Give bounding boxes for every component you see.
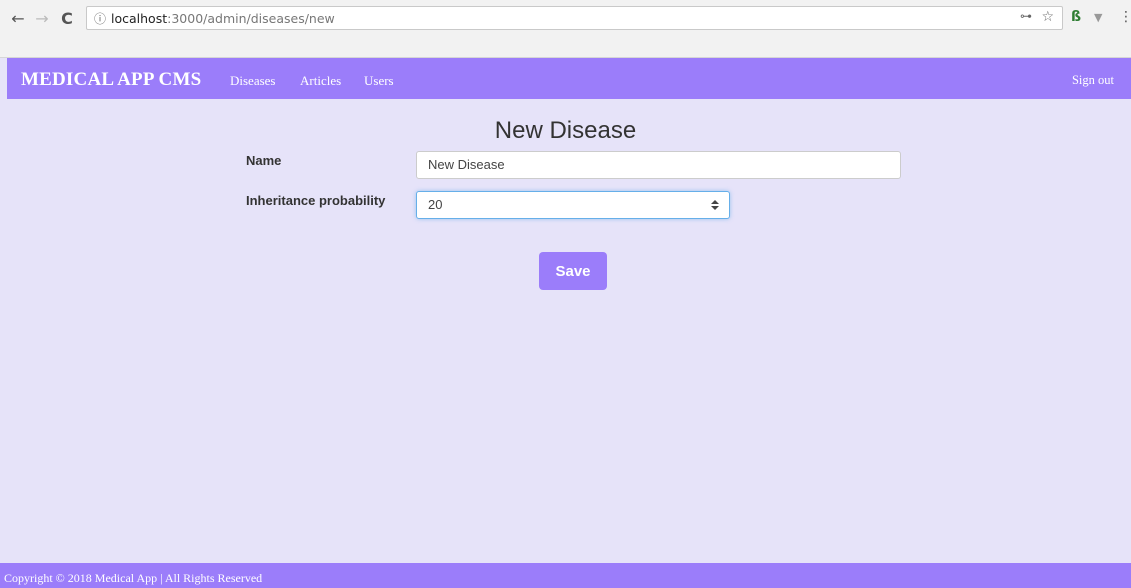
url-text[interactable]: localhost:3000/admin/diseases/new <box>111 11 335 26</box>
browser-menu-icon[interactable]: ⋮ <box>1119 9 1131 25</box>
top-navbar: MEDICAL APP CMS Diseases Articles Users … <box>7 58 1131 99</box>
browser-toolbar: ← → C ⓘ localhost:3000/admin/diseases/ne… <box>0 0 1131 58</box>
inheritance-probability-value: 20 <box>428 197 443 212</box>
address-bar[interactable]: ⓘ localhost:3000/admin/diseases/new ⊶ ☆ <box>86 6 1063 30</box>
extension-icon[interactable]: ß <box>1071 9 1081 25</box>
url-path: :3000/admin/diseases/new <box>167 11 335 26</box>
brand-logo[interactable]: MEDICAL APP CMS <box>21 69 201 91</box>
nav-link-diseases[interactable]: Diseases <box>230 73 276 89</box>
inheritance-probability-label: Inheritance probability <box>246 193 386 208</box>
info-icon[interactable]: ⓘ <box>94 10 106 27</box>
number-spinner-icon[interactable] <box>711 200 719 210</box>
footer: Copyright © 2018 Medical App | All Right… <box>0 563 1131 588</box>
save-button[interactable]: Save <box>539 252 607 290</box>
back-icon[interactable]: ← <box>8 9 28 29</box>
footer-copyright: Copyright © 2018 Medical App | All Right… <box>4 571 263 585</box>
name-input[interactable]: New Disease <box>416 151 901 179</box>
reload-icon[interactable]: C <box>57 9 77 29</box>
sign-out-link[interactable]: Sign out <box>1072 73 1114 88</box>
url-host: localhost <box>111 11 168 26</box>
page-title: New Disease <box>494 117 637 144</box>
nav-link-users[interactable]: Users <box>364 73 394 89</box>
star-icon[interactable]: ☆ <box>1041 9 1054 25</box>
key-icon[interactable]: ⊶ <box>1020 9 1032 23</box>
name-label: Name <box>246 153 282 168</box>
extension-vue-icon[interactable]: ▼ <box>1094 11 1102 24</box>
forward-icon[interactable]: → <box>32 9 52 29</box>
nav-link-articles[interactable]: Articles <box>300 73 341 89</box>
inheritance-probability-input[interactable]: 20 <box>416 191 730 219</box>
